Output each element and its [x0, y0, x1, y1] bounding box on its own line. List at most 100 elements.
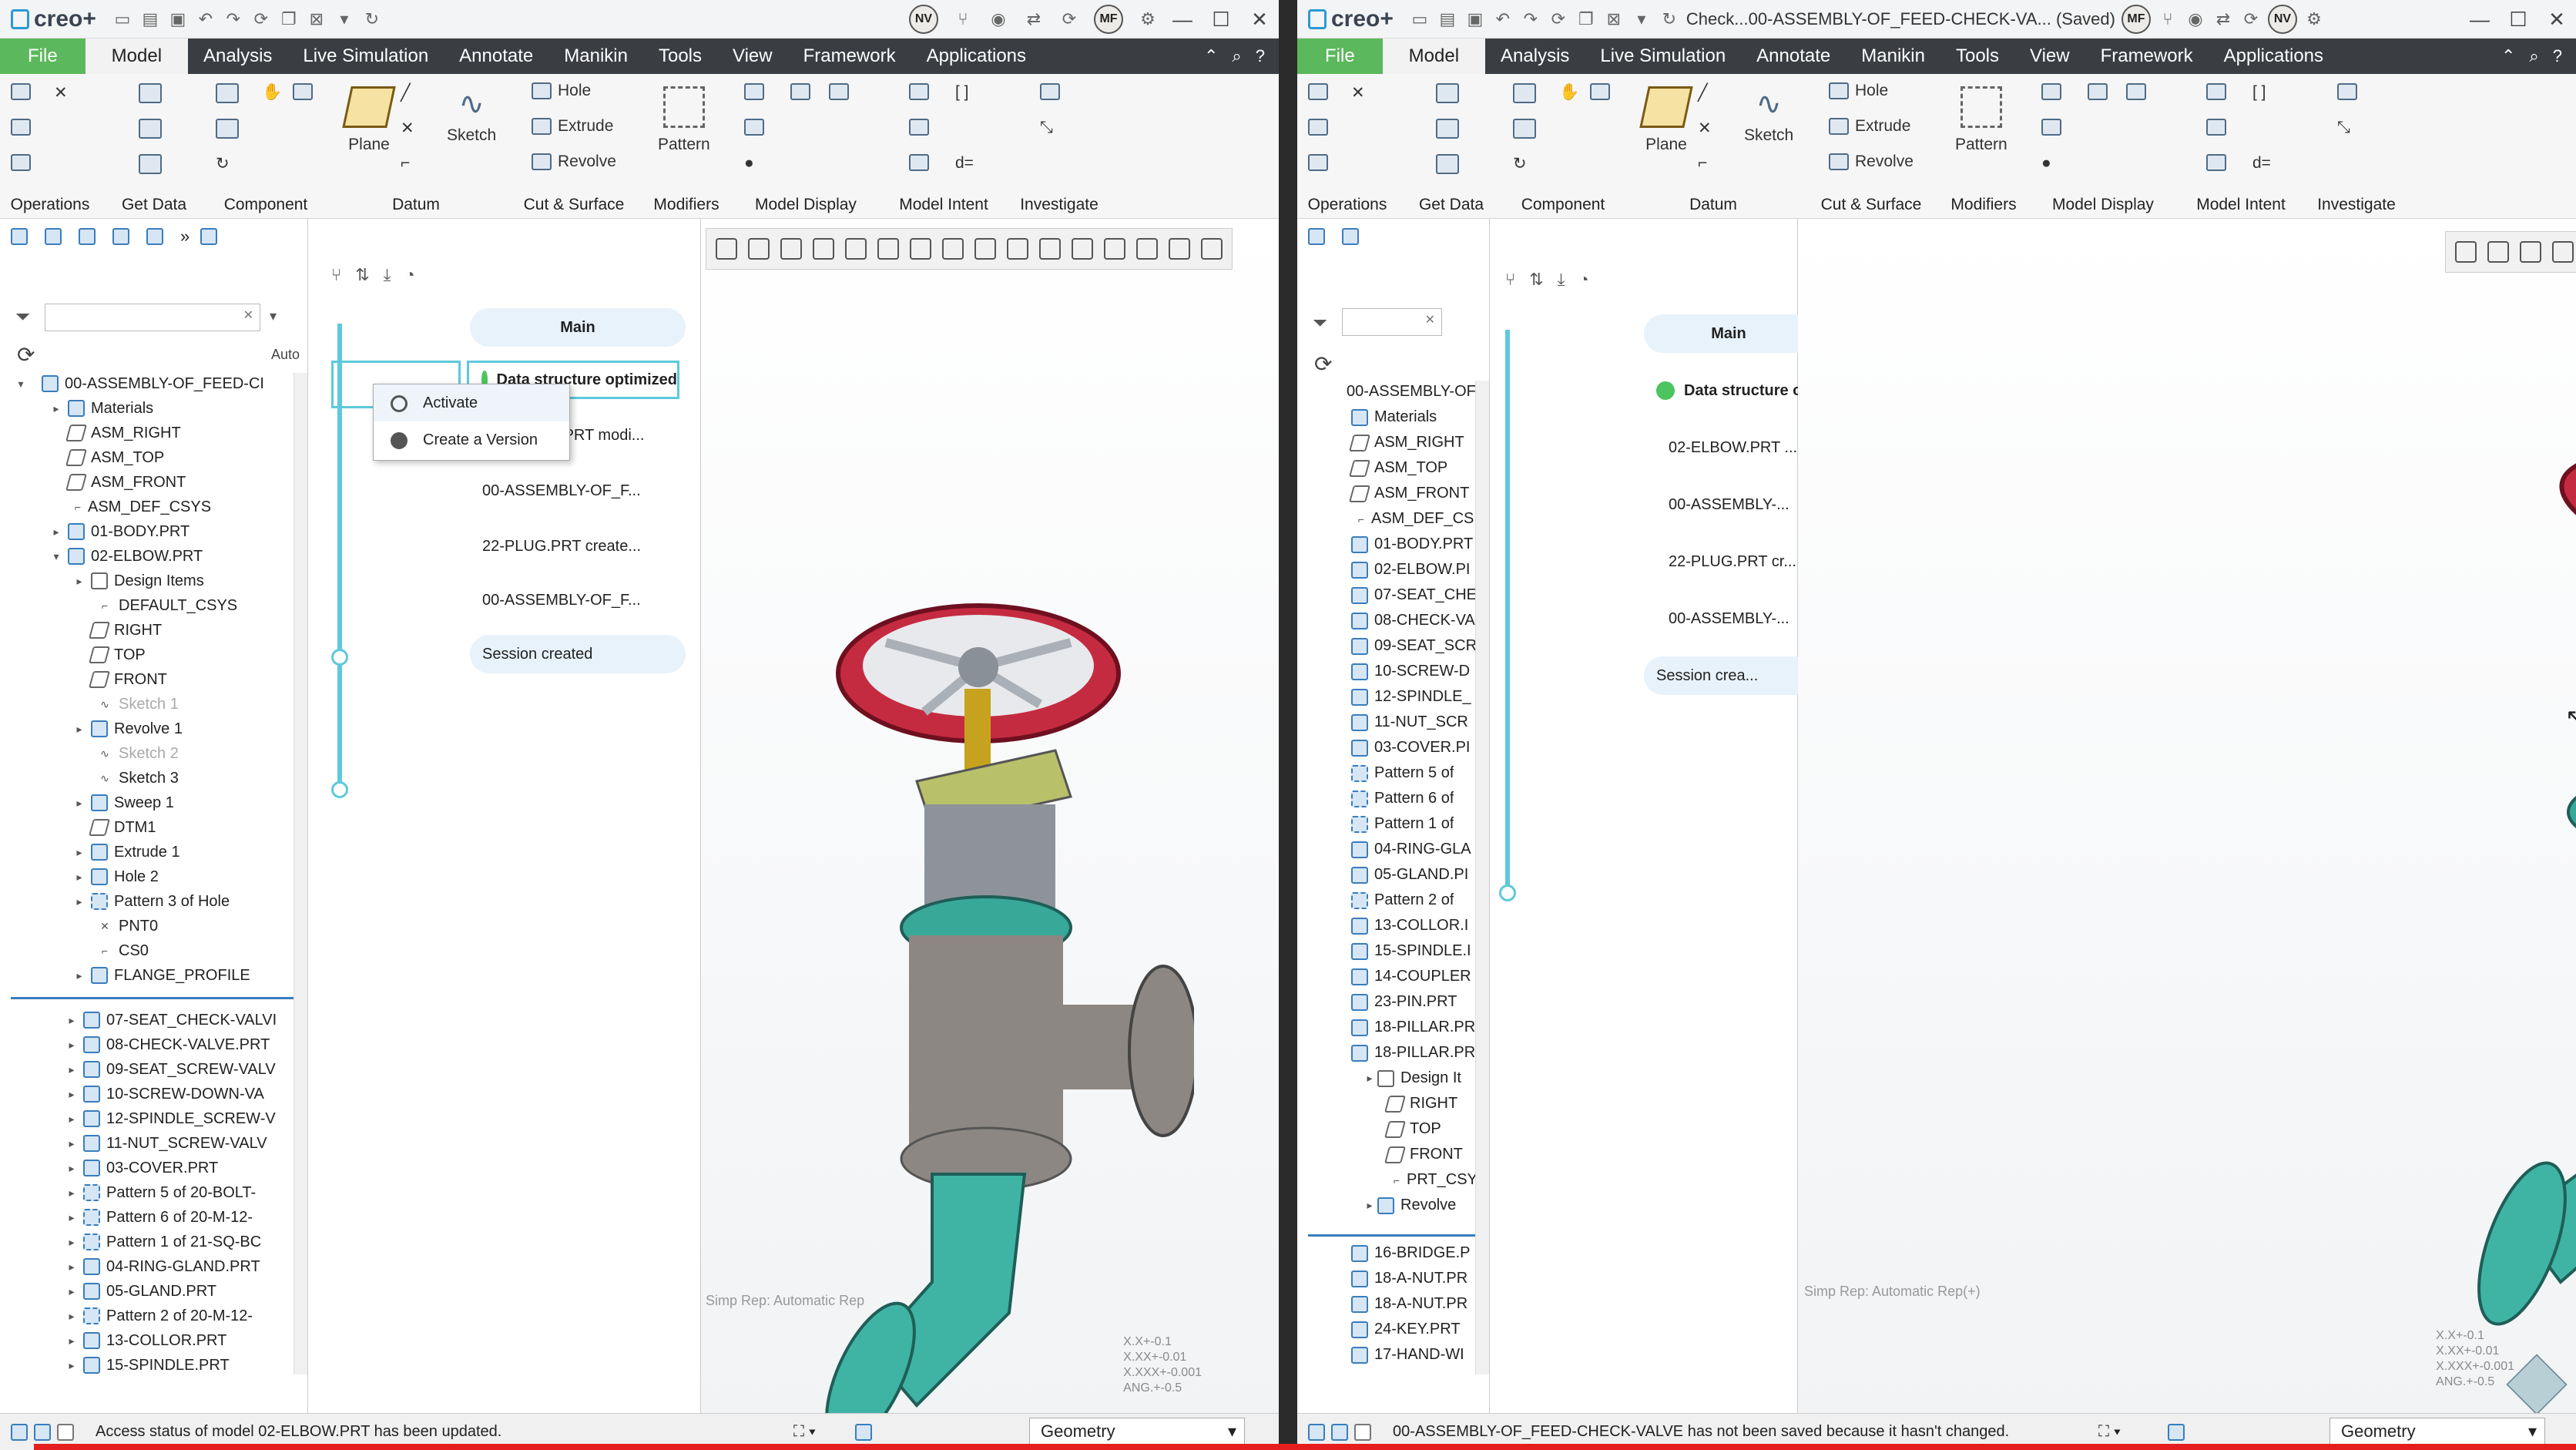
tree-item[interactable]: RIGHT — [0, 618, 307, 643]
tree-item[interactable]: ▸ 11-NUT_SCREW-VALV — [0, 1131, 307, 1156]
drag-components-icon[interactable]: ✋ — [1559, 83, 1579, 102]
skip-icon[interactable] — [1201, 238, 1223, 260]
timeline-event[interactable]: 00-ASSEMBLY-OF_F... — [470, 581, 641, 619]
section-icon[interactable] — [2088, 83, 2108, 100]
copy-geometry-icon[interactable] — [139, 119, 162, 139]
tree-item[interactable]: ⌐ PRT_CSY: — [1297, 1167, 1489, 1193]
family-table-icon[interactable]: [ ] — [955, 83, 969, 102]
axis-icon[interactable]: ╱ — [401, 83, 411, 102]
redo-icon[interactable]: ↷ — [1520, 8, 1541, 30]
component-interface-icon[interactable] — [2206, 119, 2226, 136]
tree-item[interactable]: ▸ 12-SPINDLE_SCREW-V — [0, 1106, 307, 1131]
publish-geometry-icon[interactable] — [909, 83, 929, 100]
valve-model-3d[interactable] — [824, 573, 1194, 1450]
tree-item[interactable]: FRONT — [1297, 1142, 1489, 1167]
tree-item[interactable]: ∿ Sketch 3 — [0, 766, 307, 790]
shrinkwrap-icon[interactable] — [1436, 154, 1459, 174]
sync-icon[interactable]: ⟳ — [1058, 8, 1080, 30]
tab-model[interactable]: Model — [85, 39, 189, 74]
selection-mode-icon[interactable] — [2168, 1423, 2185, 1441]
tab-annotate[interactable]: Annotate — [444, 39, 548, 74]
tab-tools[interactable]: Tools — [643, 39, 717, 74]
copy-icon[interactable] — [11, 119, 31, 136]
tree-item[interactable]: ⌐ ASM_DEF_CSYS — [0, 495, 307, 519]
tree-item[interactable]: FRONT — [0, 667, 307, 692]
selection-mode-icon[interactable] — [855, 1423, 872, 1441]
tab-live-simulation[interactable]: Live Simulation — [287, 39, 444, 74]
tree-item[interactable]: ▾ 02-ELBOW.PRT — [0, 544, 307, 569]
display-style-icon[interactable] — [744, 119, 764, 136]
timeline-node[interactable] — [1499, 884, 1516, 901]
timeline-event[interactable]: 00-ASSEMBLY-OF_F... — [470, 472, 641, 510]
selection-filter-icon[interactable]: ⛶ ▾ — [793, 1423, 816, 1441]
refresh-tree-icon[interactable]: ⟳ — [1314, 351, 1332, 377]
datum-display-icon[interactable] — [1007, 238, 1028, 260]
user-avatar[interactable]: MF — [2121, 4, 2151, 34]
tree-root[interactable]: ▾ 00-ASSEMBLY-OF_FEED-CI — [0, 371, 307, 396]
branch-icon[interactable]: ⑂ — [1505, 270, 1515, 290]
tree-item[interactable]: 17-HAND-WI — [1297, 1342, 1489, 1368]
assemble-icon[interactable] — [1513, 83, 1536, 103]
zoom-out-icon[interactable] — [780, 238, 802, 260]
tree-item[interactable]: 11-NUT_SCR — [1297, 710, 1489, 735]
graphics-area[interactable]: ↖ Simp Rep: Automatic Rep(+) X.X+-0.1 X.X… — [1798, 219, 2576, 1415]
tab-view[interactable]: View — [2014, 39, 2085, 74]
tree-item[interactable]: 18-A-NUT.PR — [1297, 1291, 1489, 1317]
graphics-area[interactable]: Simp Rep: Automatic Rep X.X+-0.1 X.XX+-0.… — [701, 219, 1279, 1448]
location-icon[interactable]: ◉ — [988, 8, 1009, 30]
tree-item[interactable]: 24-KEY.PRT — [1297, 1317, 1489, 1342]
global-reference-icon[interactable]: ⤡ — [2337, 119, 2350, 137]
rotate-component-icon[interactable]: ↻ — [216, 154, 230, 173]
share-icon[interactable]: ⇄ — [1023, 8, 1045, 30]
regenerate-icon[interactable] — [1308, 83, 1328, 100]
timeline-event[interactable]: 00-ASSEMBLY-... — [1656, 485, 1789, 524]
group-label[interactable]: Component — [208, 196, 324, 214]
tree-item[interactable]: 01-BODY.PRT — [1297, 532, 1489, 557]
tab-annotate[interactable]: Annotate — [1741, 39, 1846, 74]
tree-item[interactable]: ▸ 13-COLLOR.PRT — [0, 1328, 307, 1353]
group-label[interactable]: Investigate — [1009, 196, 1109, 214]
assemble-icon[interactable] — [216, 83, 239, 103]
valve-model-3d[interactable] — [2453, 442, 2576, 1367]
collapse-ribbon-icon[interactable]: ⌃ — [1204, 46, 1218, 66]
warning-icon[interactable] — [1136, 238, 1158, 260]
open-file-icon[interactable]: ▤ — [139, 8, 161, 30]
tree-item[interactable]: Materials — [1297, 404, 1489, 430]
window-icon[interactable] — [11, 1423, 28, 1441]
sync-icon[interactable]: ⟳ — [2240, 8, 2262, 30]
tree-scrollbar[interactable] — [1475, 381, 1489, 1374]
sketch-button[interactable]: ∿ Sketch — [447, 86, 496, 145]
close-icon[interactable]: ✕ — [2537, 0, 2576, 39]
tree-item[interactable]: DTM1 — [0, 815, 307, 840]
spin-center-icon[interactable] — [1072, 238, 1093, 260]
delete-icon[interactable]: ✕ — [54, 83, 68, 102]
group-label[interactable]: Investigate — [2306, 196, 2407, 214]
regenerate-icon[interactable]: ⟳ — [250, 8, 272, 30]
tree-item[interactable]: 15-SPINDLE.I — [1297, 938, 1489, 964]
window-icon[interactable] — [1308, 1423, 1325, 1441]
user-defined-feature-icon[interactable] — [1436, 83, 1459, 103]
tree-item[interactable]: 02-ELBOW.PI — [1297, 557, 1489, 582]
refresh-icon[interactable]: ↻ — [361, 8, 383, 30]
tree-item[interactable]: 04-RING-GLA — [1297, 837, 1489, 862]
tree-item[interactable]: ASM_FRONT — [0, 470, 307, 495]
close-icon[interactable]: ✕ — [1240, 0, 1279, 39]
location-icon[interactable]: ◉ — [2185, 8, 2206, 30]
close-window-icon[interactable]: ⊠ — [1603, 8, 1625, 30]
tree-item[interactable]: ▸ 10-SCREW-DOWN-VA — [0, 1082, 307, 1106]
help-icon[interactable]: ? — [1256, 46, 1265, 66]
revolve-button[interactable]: Revolve — [532, 153, 616, 171]
relations-icon[interactable]: d= — [2252, 154, 2271, 173]
extrude-button[interactable]: Extrude — [532, 117, 613, 136]
save-icon[interactable]: ▣ — [167, 8, 189, 30]
maximize-icon[interactable]: ☐ — [1202, 0, 1240, 39]
perspective-icon[interactable] — [829, 83, 849, 100]
context-menu-create-version[interactable]: Create a Version — [374, 421, 569, 458]
windows-icon[interactable]: ❐ — [278, 8, 300, 30]
plane-button[interactable]: Plane — [342, 86, 396, 154]
perspective-icon[interactable] — [942, 238, 964, 260]
branch-main[interactable]: Main — [1644, 314, 1813, 353]
timeline-event[interactable]: Session crea... — [1644, 656, 1813, 695]
group-label[interactable]: Model Intent — [2183, 196, 2299, 214]
clear-icon[interactable]: ✕ — [243, 307, 253, 323]
